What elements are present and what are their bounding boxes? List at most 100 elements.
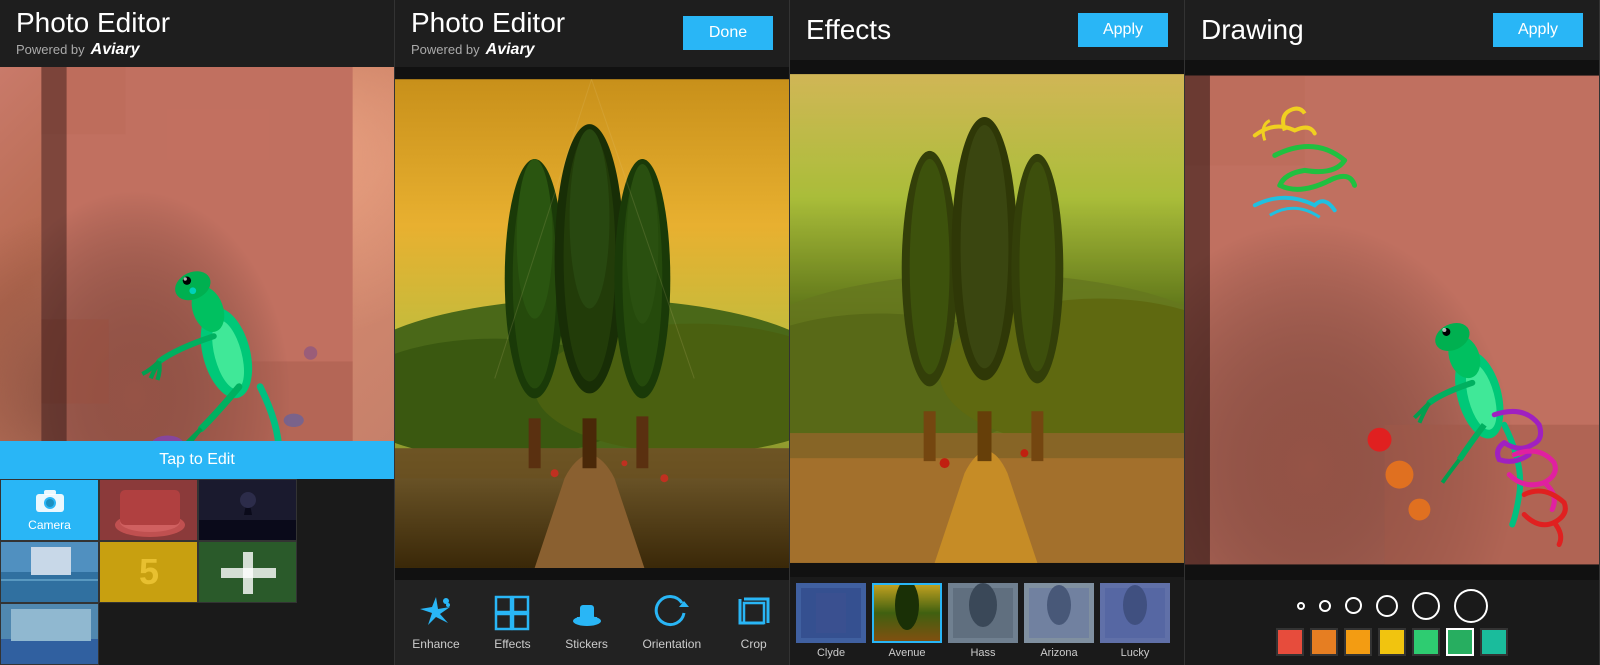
brush-size-4[interactable] (1376, 595, 1398, 617)
panel-2-header: Photo Editor Powered by Aviary Done (395, 0, 789, 67)
color-orange[interactable] (1310, 628, 1338, 656)
color-palette-row (1193, 628, 1591, 656)
orientation-label: Orientation (642, 637, 701, 651)
hass-label: Hass (970, 647, 995, 659)
thumb-pool[interactable] (0, 541, 99, 603)
panel-2-toolbar: Enhance Effects Stickers (395, 580, 789, 665)
panel-1-image-area[interactable]: Tap to Edit (0, 67, 394, 479)
brush-size-5[interactable] (1412, 592, 1440, 620)
panel-1-header: Photo Editor Powered by Aviary (0, 0, 394, 67)
lucky-thumb-img (1100, 583, 1170, 643)
lucky-thumb (1100, 583, 1170, 643)
crop-label: Crop (741, 637, 767, 651)
drawing-photo (1185, 60, 1599, 580)
panel-2-photo-editor: Photo Editor Powered by Aviary Done (395, 0, 790, 665)
panel-2-powered-label: Powered by (411, 42, 480, 57)
clyde-label: Clyde (817, 647, 845, 659)
panel-1-title: Photo Editor (16, 8, 170, 39)
thumb-shoes[interactable] (99, 479, 198, 541)
thumb-plus-img (199, 542, 297, 603)
panel-2-image-area (395, 67, 789, 580)
clyde-thumb-img (796, 583, 866, 643)
tool-enhance[interactable]: Enhance (400, 591, 471, 655)
done-button[interactable]: Done (683, 16, 773, 50)
tool-orientation[interactable]: Orientation (630, 591, 713, 655)
panel-3-image-area (790, 60, 1184, 577)
tool-stickers[interactable]: Stickers (553, 591, 620, 655)
hass-thumb-img (948, 583, 1018, 643)
enhance-label: Enhance (412, 637, 459, 651)
thumb-landscape-img (1, 604, 99, 665)
panel-1-photo-editor: Photo Editor Powered by Aviary (0, 0, 395, 665)
drawing-toolbar (1185, 580, 1599, 665)
arizona-thumb (1024, 583, 1094, 643)
thumbnail-strip: Camera (0, 479, 394, 665)
panel-3-header: Effects Apply (790, 0, 1184, 60)
thumb-silhouette-img (199, 480, 297, 541)
brush-size-1[interactable] (1297, 602, 1305, 610)
camera-label: Camera (28, 518, 71, 532)
brush-size-6[interactable] (1454, 589, 1488, 623)
thumb-5-img: 5 (100, 542, 198, 603)
enhance-icon (418, 595, 454, 631)
color-green[interactable] (1446, 628, 1474, 656)
color-yellow-orange[interactable] (1344, 628, 1372, 656)
thumb-shoes-img (100, 480, 198, 541)
panel-4-drawing: Drawing Apply (1185, 0, 1600, 665)
tool-effects[interactable]: Effects (482, 591, 542, 655)
avenue-thumb-img (874, 585, 940, 641)
stickers-icon (569, 595, 605, 631)
camera-icon (34, 488, 66, 514)
thumb-pool-img (1, 542, 99, 603)
aviary-logo: Aviary (91, 41, 140, 59)
camera-thumb[interactable]: Camera (0, 479, 99, 541)
panel-2-title: Photo Editor (411, 8, 565, 39)
color-teal[interactable] (1480, 628, 1508, 656)
panel-4-image-area[interactable] (1185, 60, 1599, 580)
svg-text:5: 5 (139, 551, 159, 592)
effects-photo (790, 60, 1184, 577)
thumb-landscape[interactable] (0, 603, 99, 665)
lizard-illustration (0, 67, 394, 479)
drawing-apply-button[interactable]: Apply (1493, 13, 1583, 47)
brush-sizes-row (1193, 589, 1591, 623)
panel-3-effects: Effects Apply (790, 0, 1185, 665)
hass-thumb (948, 583, 1018, 643)
clyde-thumb (796, 583, 866, 643)
effects-label: Effects (494, 637, 530, 651)
thumb-silhouette[interactable] (198, 479, 297, 541)
avenue-label: Avenue (888, 647, 925, 659)
powered-by-label: Powered by (16, 42, 85, 57)
effect-lucky[interactable]: Lucky (1098, 581, 1172, 661)
tool-crop[interactable]: Crop (724, 591, 784, 655)
avenue-thumb (872, 583, 942, 643)
color-light-green[interactable] (1412, 628, 1440, 656)
effects-apply-button[interactable]: Apply (1078, 13, 1168, 47)
orientation-icon (654, 595, 690, 631)
crop-icon (736, 595, 772, 631)
stickers-label: Stickers (565, 637, 608, 651)
thumb-plus[interactable] (198, 541, 297, 603)
panel-2-aviary-logo: Aviary (486, 41, 535, 59)
effects-strip: Clyde Avenue (790, 577, 1184, 665)
lucky-label: Lucky (1121, 647, 1150, 659)
panel-1-powered-by: Powered by Aviary (16, 41, 170, 59)
color-red[interactable] (1276, 628, 1304, 656)
panel-4-title: Drawing (1201, 15, 1304, 46)
brush-size-3[interactable] (1345, 597, 1362, 614)
brush-size-2[interactable] (1319, 600, 1331, 612)
trees-photo (395, 67, 789, 580)
arizona-thumb-img (1024, 583, 1094, 643)
effect-avenue[interactable]: Avenue (870, 581, 944, 661)
color-yellow[interactable] (1378, 628, 1406, 656)
lizard-photo: Tap to Edit (0, 67, 394, 479)
arizona-label: Arizona (1040, 647, 1077, 659)
effect-arizona[interactable]: Arizona (1022, 581, 1096, 661)
tap-to-edit-button[interactable]: Tap to Edit (0, 441, 394, 479)
thumb-5[interactable]: 5 (99, 541, 198, 603)
panel-2-header-left: Photo Editor Powered by Aviary (411, 8, 565, 59)
panel-4-header: Drawing Apply (1185, 0, 1599, 60)
effect-clyde[interactable]: Clyde (794, 581, 868, 661)
effects-icon (494, 595, 530, 631)
effect-hass[interactable]: Hass (946, 581, 1020, 661)
